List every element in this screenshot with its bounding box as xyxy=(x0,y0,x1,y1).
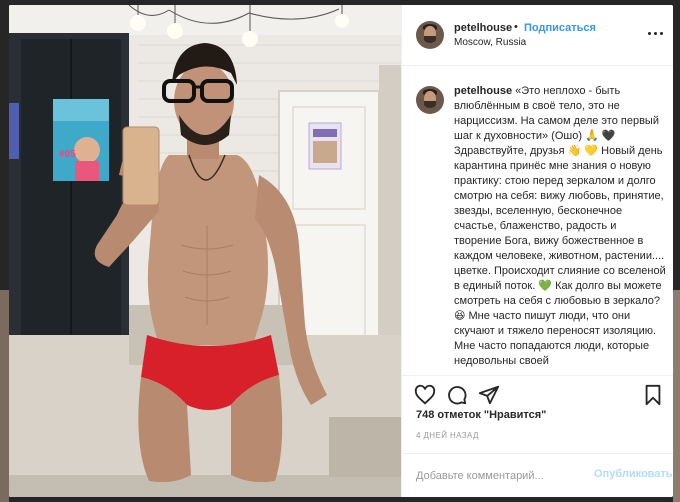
comments-area[interactable]: petelhouse «Это неплохо - быть влюблённы… xyxy=(402,66,673,374)
post-modal: #05 petelhouse • Подписаться Moscow, Rus… xyxy=(9,5,673,497)
comment-input[interactable] xyxy=(416,468,586,484)
header-username[interactable]: petelhouse xyxy=(454,22,512,34)
publish-button[interactable]: Опубликовать xyxy=(594,468,673,480)
caption-avatar[interactable] xyxy=(416,86,444,114)
post-time[interactable]: 4 ДНЕЙ НАЗАД xyxy=(416,431,479,440)
follow-button[interactable]: Подписаться xyxy=(524,22,596,34)
more-icon[interactable] xyxy=(647,27,663,41)
share-icon[interactable] xyxy=(478,384,500,406)
bookmark-icon[interactable] xyxy=(642,384,664,406)
location-link[interactable]: Moscow, Russia xyxy=(454,37,526,48)
post-side-panel: petelhouse • Подписаться Moscow, Russia … xyxy=(401,5,673,497)
mirror-selfie-image: #05 xyxy=(9,5,401,497)
caption-text: «Это неплохо - быть влюблённым в своё те… xyxy=(454,85,666,367)
avatar-beard xyxy=(423,35,437,44)
add-comment-bar: Опубликовать xyxy=(402,453,673,497)
action-bar xyxy=(402,375,673,408)
header-separator: • xyxy=(514,21,518,33)
post-header: petelhouse • Подписаться Moscow, Russia xyxy=(402,5,673,66)
comment-icon[interactable] xyxy=(446,384,468,406)
avatar[interactable] xyxy=(416,21,444,49)
post-photo[interactable]: #05 xyxy=(9,5,401,497)
poster-number: #05 xyxy=(59,149,76,160)
avatar-beard xyxy=(423,100,437,109)
post-caption: petelhouse «Это неплохо - быть влюблённы… xyxy=(454,84,666,369)
caption-username[interactable]: petelhouse xyxy=(454,85,512,97)
heart-icon[interactable] xyxy=(414,384,436,406)
likes-count[interactable]: 748 отметок "Нравится" xyxy=(416,409,546,421)
